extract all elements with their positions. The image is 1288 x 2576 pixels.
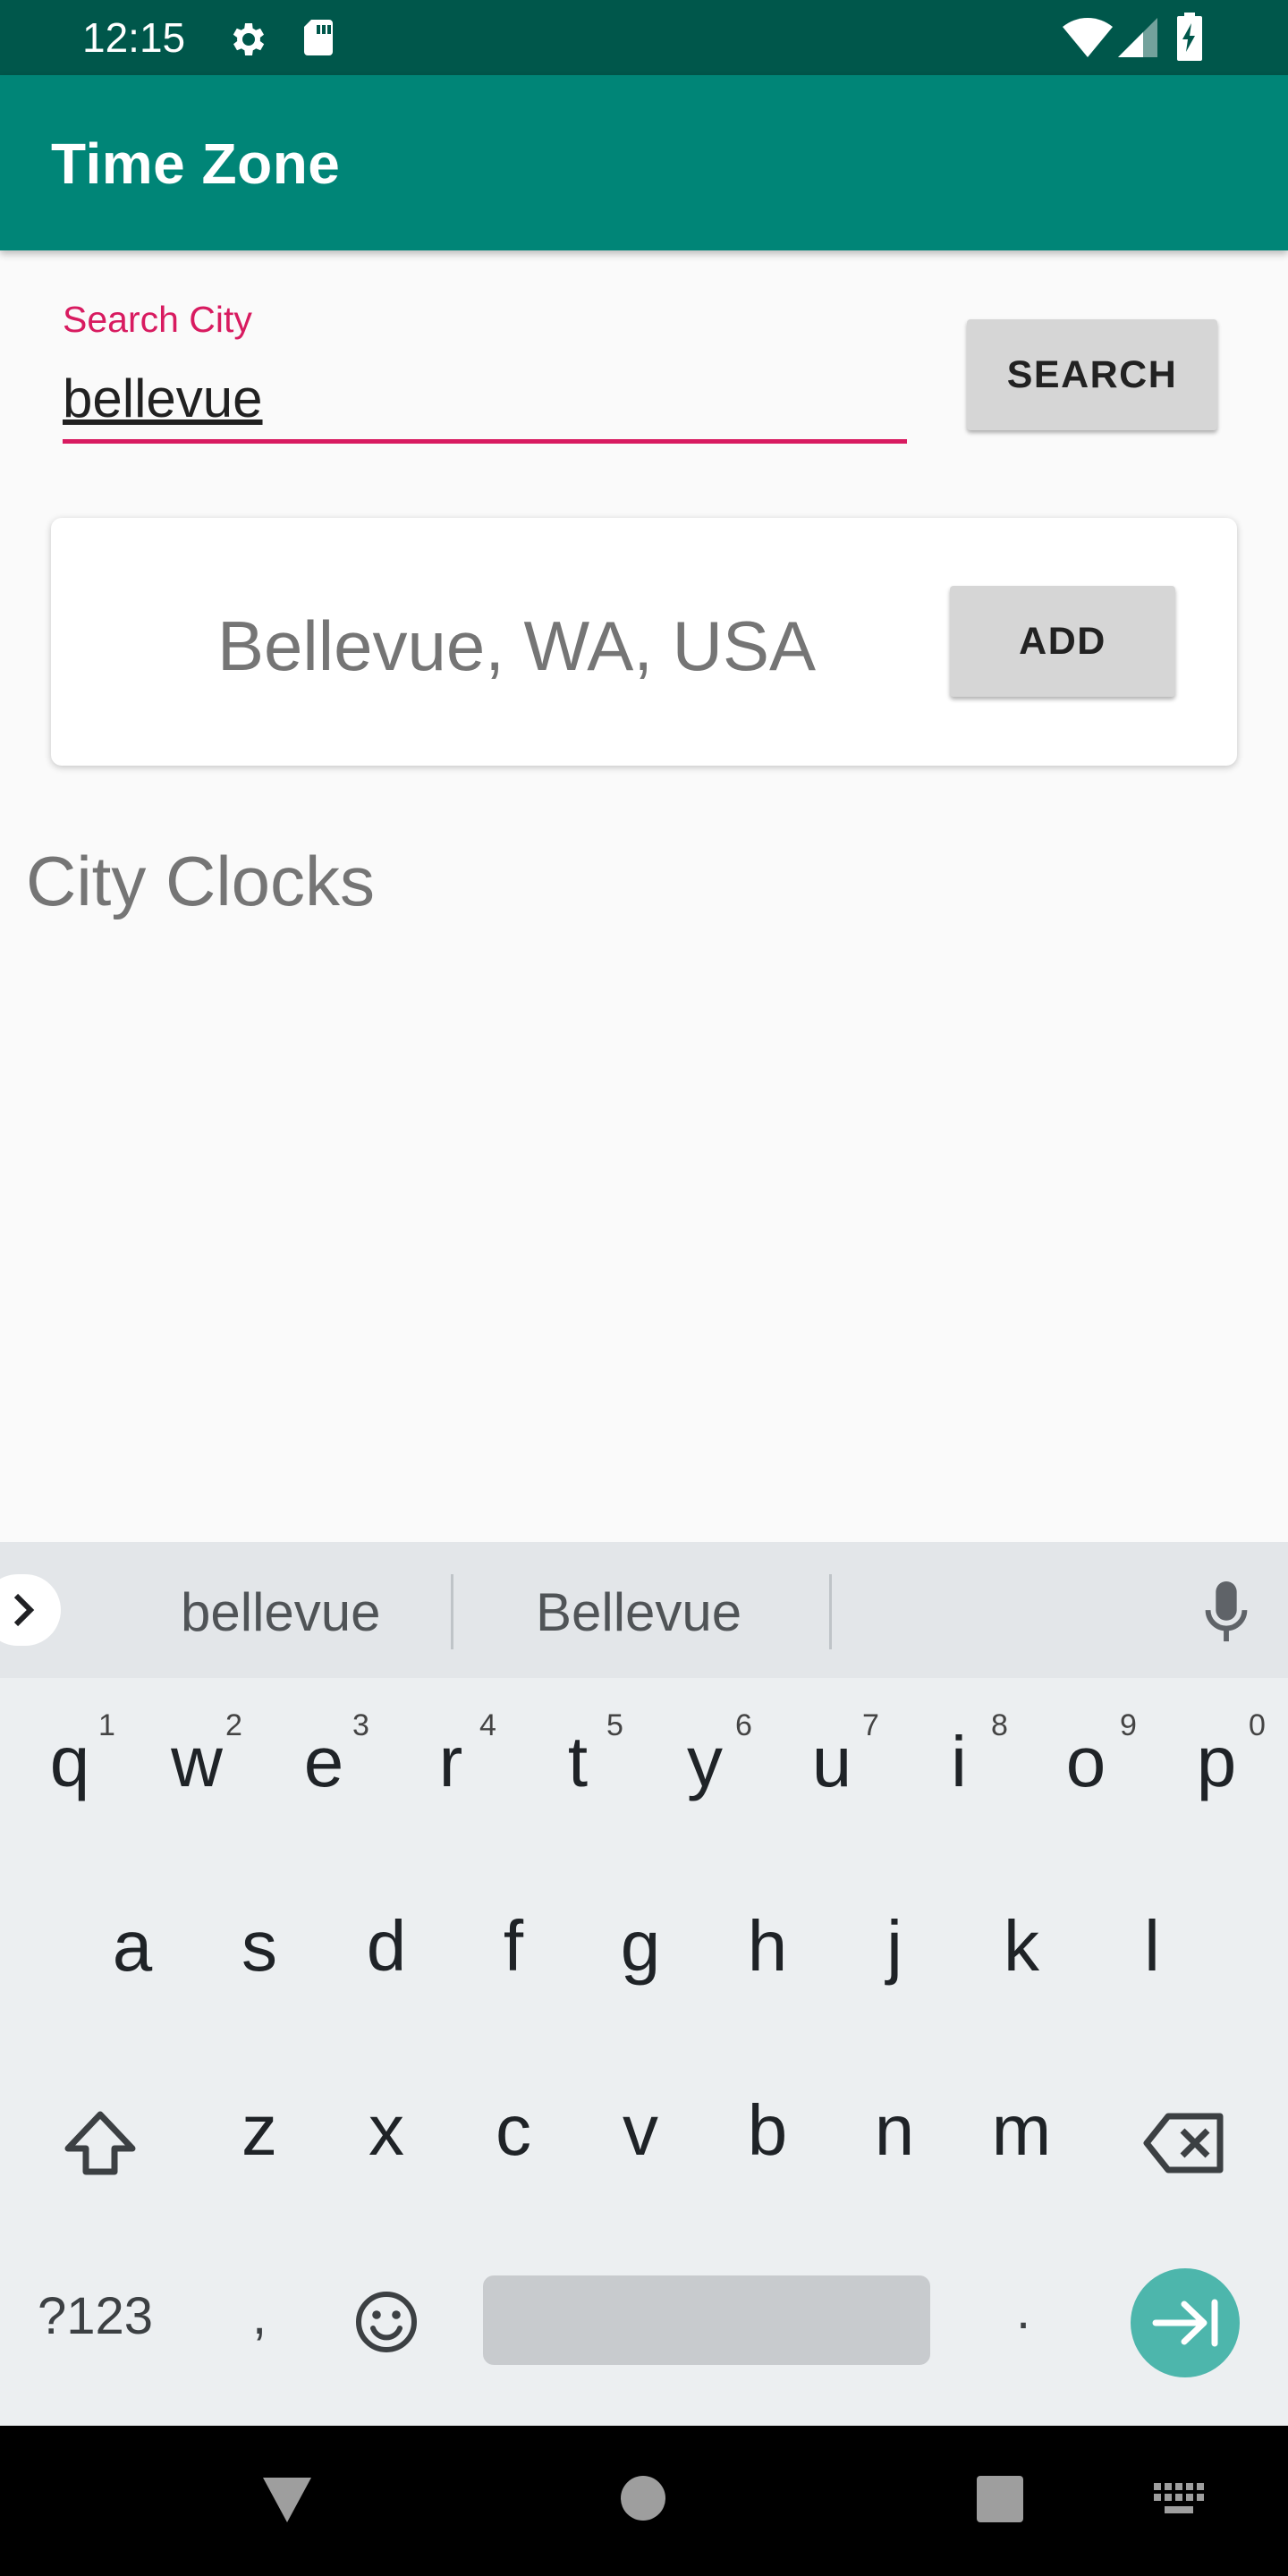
suggestion-strip: bellevue Bellevue — [0, 1542, 1288, 1678]
page-title: Time Zone — [51, 131, 341, 196]
app-bar: Time Zone — [0, 75, 1288, 250]
key-g[interactable]: g — [578, 1905, 703, 1987]
key-hint: 0 — [1249, 1708, 1266, 1742]
search-city-label: Search City — [63, 299, 252, 340]
key-hint: 3 — [352, 1708, 369, 1742]
key-hint: 1 — [98, 1708, 115, 1742]
search-result-card: Bellevue, WA, USA ADD — [51, 518, 1237, 766]
enter-key[interactable] — [1131, 2268, 1240, 2377]
key-hint: 9 — [1120, 1708, 1137, 1742]
key-j[interactable]: j — [832, 1905, 957, 1987]
key-hint: 5 — [606, 1708, 623, 1742]
city-clocks-heading: City Clocks — [26, 842, 376, 920]
expand-toolbar-button[interactable] — [0, 1574, 61, 1646]
symbols-key[interactable]: ?123 — [38, 2286, 153, 2346]
system-navigation-bar — [0, 2426, 1288, 2576]
signal-icon — [1118, 18, 1157, 57]
key-l[interactable]: l — [1089, 1905, 1215, 1987]
sd-card-icon — [304, 20, 333, 55]
microphone-icon[interactable] — [1202, 1581, 1250, 1644]
status-time: 12:15 — [82, 14, 186, 61]
search-city-input[interactable] — [63, 358, 907, 438]
spacebar[interactable] — [483, 2275, 930, 2365]
key-hint: 8 — [991, 1708, 1008, 1742]
emoji-icon[interactable] — [354, 2290, 419, 2354]
recents-icon[interactable] — [977, 2476, 1023, 2522]
key-c[interactable]: c — [451, 2089, 576, 2172]
result-city-name: Bellevue, WA, USA — [217, 606, 817, 685]
key-hint: 4 — [479, 1708, 496, 1742]
suggestion-divider — [829, 1574, 832, 1649]
key-f[interactable]: f — [451, 1905, 576, 1987]
key-n[interactable]: n — [832, 2089, 957, 2172]
comma-key[interactable]: , — [252, 2286, 267, 2346]
back-icon[interactable] — [261, 2476, 313, 2524]
home-icon[interactable] — [621, 2476, 665, 2521]
shift-icon[interactable] — [63, 2109, 138, 2179]
key-x[interactable]: x — [324, 2089, 449, 2172]
tab-next-icon — [1152, 2299, 1218, 2347]
key-z[interactable]: z — [197, 2089, 322, 2172]
wifi-icon — [1063, 18, 1113, 57]
key-v[interactable]: v — [578, 2089, 703, 2172]
key-h[interactable]: h — [705, 1905, 830, 1987]
key-k[interactable]: k — [959, 1905, 1084, 1987]
chevron-right-icon — [13, 1593, 35, 1627]
gear-icon — [233, 23, 265, 55]
keyboard-switch-icon[interactable] — [1154, 2483, 1204, 2515]
key-hint: 6 — [735, 1708, 752, 1742]
battery-charging-icon — [1177, 13, 1202, 61]
search-input-underline — [63, 439, 907, 444]
suggestion-item[interactable]: bellevue — [181, 1581, 381, 1643]
soft-keyboard: bellevue Bellevue q w e r t y u i o p 1 … — [0, 1542, 1288, 2426]
key-s[interactable]: s — [197, 1905, 322, 1987]
period-key[interactable]: . — [1016, 2281, 1030, 2341]
key-hint: 7 — [862, 1708, 879, 1742]
key-a[interactable]: a — [70, 1905, 195, 1987]
add-city-button[interactable]: ADD — [950, 586, 1175, 697]
status-bar: 12:15 — [0, 0, 1288, 75]
key-d[interactable]: d — [324, 1905, 449, 1987]
search-button[interactable]: SEARCH — [967, 319, 1217, 430]
suggestion-divider — [451, 1574, 453, 1649]
key-hint: 2 — [225, 1708, 242, 1742]
key-b[interactable]: b — [705, 2089, 830, 2172]
key-m[interactable]: m — [959, 2089, 1084, 2172]
suggestion-item[interactable]: Bellevue — [536, 1581, 741, 1643]
backspace-icon[interactable] — [1143, 2111, 1225, 2175]
